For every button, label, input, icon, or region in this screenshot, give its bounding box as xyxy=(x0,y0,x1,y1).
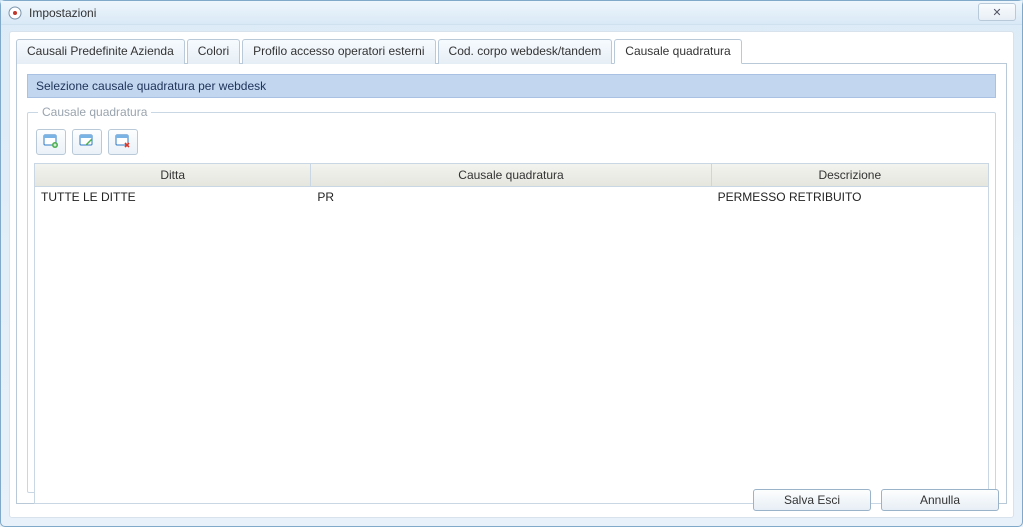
content: Causali Predefinite Azienda Colori Profi… xyxy=(9,31,1014,518)
add-icon xyxy=(43,134,59,151)
cancel-button[interactable]: Annulla xyxy=(881,489,999,511)
delete-button[interactable] xyxy=(108,129,138,155)
close-icon: ✕ xyxy=(992,6,1001,19)
grid-header-ditta[interactable]: Ditta xyxy=(35,164,311,186)
tab-profilo-operatori[interactable]: Profilo accesso operatori esterni xyxy=(242,39,435,64)
delete-icon xyxy=(115,134,131,151)
grid-header-causale[interactable]: Causale quadratura xyxy=(311,164,711,186)
table-row[interactable]: TUTTE LE DITTE PR PERMESSO RETRIBUITO xyxy=(35,187,988,207)
close-button[interactable]: ✕ xyxy=(978,3,1016,21)
edit-icon xyxy=(79,134,95,151)
app-icon xyxy=(7,5,23,21)
tab-causali-predefinite[interactable]: Causali Predefinite Azienda xyxy=(16,39,185,64)
cell-ditta: TUTTE LE DITTE xyxy=(35,187,311,207)
groupbox-legend: Causale quadratura xyxy=(38,105,151,119)
tabstrip: Causali Predefinite Azienda Colori Profi… xyxy=(16,38,1007,64)
grid-body: TUTTE LE DITTE PR PERMESSO RETRIBUITO xyxy=(35,187,988,503)
add-button[interactable] xyxy=(36,129,66,155)
cell-causale: PR xyxy=(311,187,711,207)
grid-toolbar xyxy=(28,125,995,163)
grid: Ditta Causale quadratura Descrizione TUT… xyxy=(34,163,989,504)
section-banner: Selezione causale quadratura per webdesk xyxy=(27,74,996,98)
tab-causale-quadratura[interactable]: Causale quadratura xyxy=(614,39,741,64)
grid-header-descrizione[interactable]: Descrizione xyxy=(712,164,988,186)
edit-button[interactable] xyxy=(72,129,102,155)
tab-cod-corpo[interactable]: Cod. corpo webdesk/tandem xyxy=(438,39,613,64)
save-exit-button[interactable]: Salva Esci xyxy=(753,489,871,511)
tab-colori[interactable]: Colori xyxy=(187,39,240,64)
footer-buttons: Salva Esci Annulla xyxy=(753,489,999,511)
groupbox-causale-quadratura: Causale quadratura xyxy=(27,112,996,493)
grid-header: Ditta Causale quadratura Descrizione xyxy=(35,164,988,187)
tab-panel-causale-quadratura: Selezione causale quadratura per webdesk… xyxy=(16,64,1007,504)
cell-descrizione: PERMESSO RETRIBUITO xyxy=(712,187,988,207)
window: Impostazioni ✕ Causali Predefinite Azien… xyxy=(0,0,1023,527)
titlebar: Impostazioni ✕ xyxy=(1,1,1022,25)
window-title: Impostazioni xyxy=(29,6,1016,20)
